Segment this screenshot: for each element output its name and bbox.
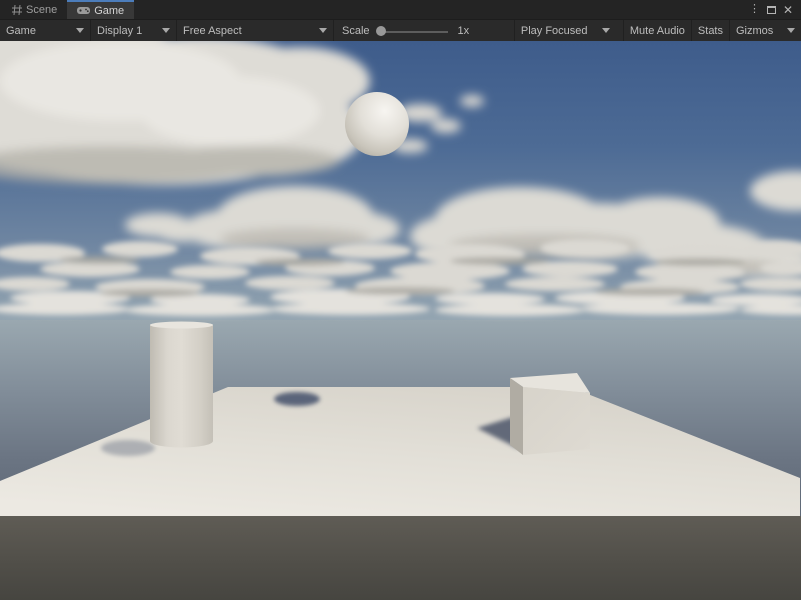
cylinder-shadow: [101, 440, 155, 456]
game-viewport[interactable]: [0, 41, 801, 600]
display-dropdown[interactable]: Display 1: [91, 20, 177, 41]
tab-game[interactable]: Game: [67, 0, 134, 19]
stats-button[interactable]: Stats: [692, 20, 730, 41]
scene-grid-icon: [12, 5, 22, 15]
chevron-down-icon: [787, 28, 795, 33]
ground: [0, 516, 801, 600]
tab-scene[interactable]: Scene: [2, 0, 67, 19]
mute-audio-button[interactable]: Mute Audio: [624, 20, 692, 41]
gamepad-icon: [77, 6, 90, 15]
scale-slider[interactable]: [376, 20, 448, 41]
cube: [510, 373, 590, 455]
sphere-shadow: [274, 392, 320, 406]
tabbar-spacer: [134, 0, 749, 19]
game-render: [0, 41, 801, 600]
tab-strip: Scene Game ⋮ ✕: [0, 0, 801, 19]
close-icon[interactable]: ✕: [783, 4, 793, 16]
chevron-down-icon: [602, 28, 610, 33]
cylinder: [150, 322, 213, 448]
gizmos-dropdown[interactable]: Gizmos: [730, 20, 801, 41]
unity-game-window: Scene Game ⋮ ✕ Game Display 1 Free Aspec…: [0, 0, 801, 600]
game-target-dropdown[interactable]: Game: [0, 20, 91, 41]
slider-track: [380, 31, 448, 33]
maximize-icon[interactable]: [767, 6, 776, 14]
sphere: [345, 92, 409, 156]
tab-game-label: Game: [94, 5, 124, 17]
tab-scene-label: Scene: [26, 4, 57, 16]
scale-label: Scale: [342, 25, 370, 37]
chevron-down-icon: [319, 28, 327, 33]
scale-value: 1x: [454, 25, 470, 37]
scale-control: Scale 1x: [334, 20, 477, 41]
window-controls: ⋮ ✕: [749, 0, 801, 19]
game-view-toolbar: Game Display 1 Free Aspect Scale 1x Play…: [0, 19, 801, 41]
chevron-down-icon: [76, 28, 84, 33]
pane-menu-icon[interactable]: ⋮: [749, 4, 760, 15]
play-focused-dropdown[interactable]: Play Focused: [514, 20, 624, 41]
chevron-down-icon: [162, 28, 170, 33]
slider-thumb[interactable]: [376, 26, 386, 36]
aspect-ratio-dropdown[interactable]: Free Aspect: [177, 20, 334, 41]
